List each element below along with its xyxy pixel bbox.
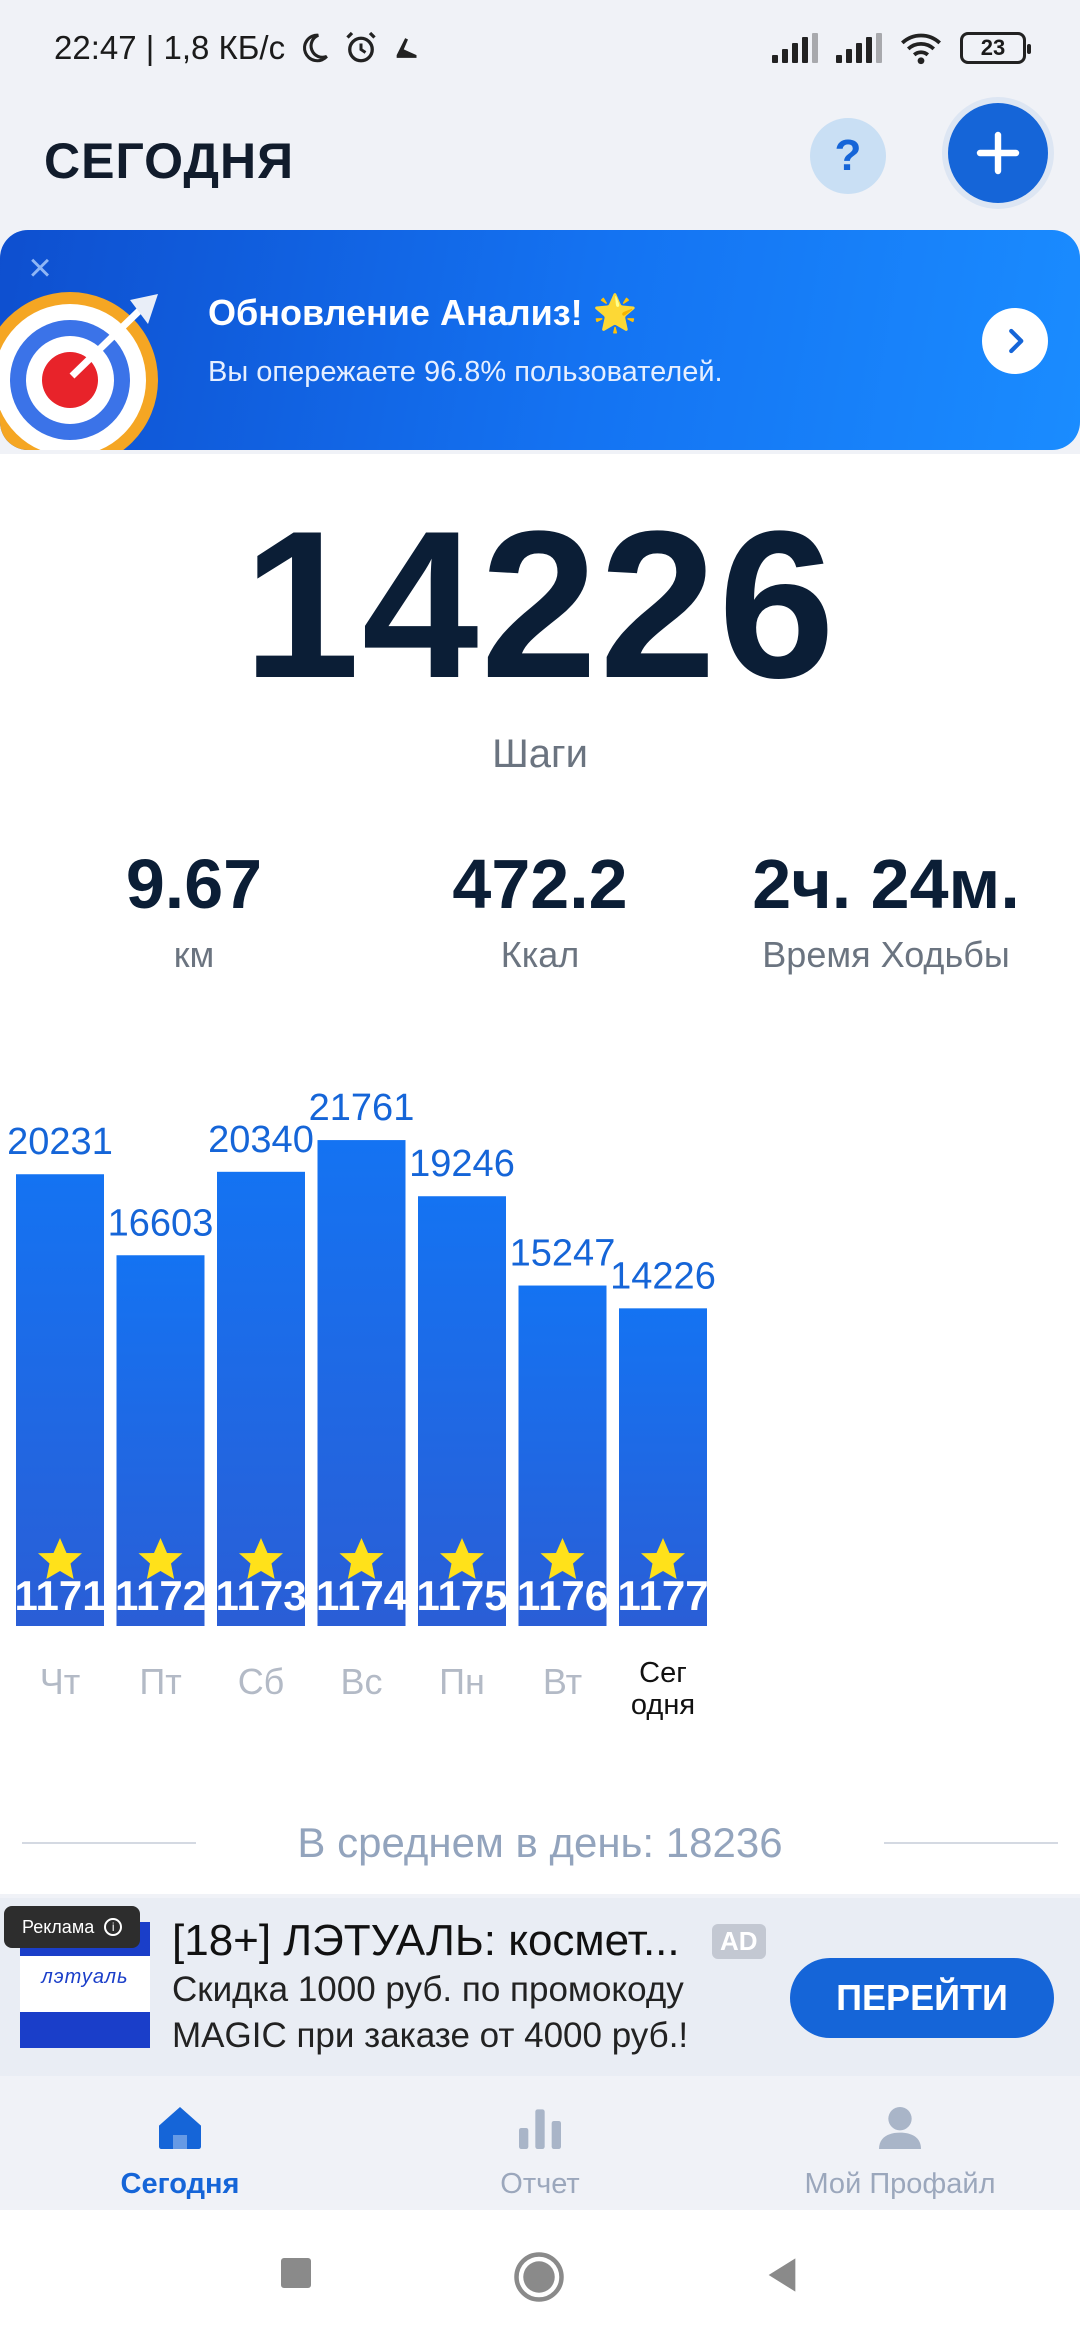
nav-profile[interactable]: Мой Профайл	[720, 2078, 1080, 2208]
ad-logo-text: лэтуаль	[41, 1966, 129, 1988]
ad-text-line1: Скидка 1000 руб. по промокоду	[172, 1970, 684, 2009]
ad-tag[interactable]: Реклама i	[4, 1906, 141, 1948]
nav-report-label: Отчет	[500, 2168, 580, 2200]
ad-title: [18+] ЛЭТУАЛЬ: космет...	[172, 1916, 680, 1965]
steps-count: 14226	[243, 487, 837, 722]
ad-badge: AD	[712, 1924, 766, 1959]
nav-report[interactable]: Отчет	[360, 2078, 720, 2208]
time-stat: 2ч. 24м. Время Ходьбы	[706, 844, 1066, 976]
ad-tag-label: Реклама	[22, 1916, 95, 1937]
bar-value-label: 21761	[309, 1087, 415, 1129]
home-icon	[159, 2107, 201, 2149]
bar-badge-number: 1174	[316, 1572, 408, 1619]
day-label-today: Сег	[639, 1657, 687, 1689]
nav-profile-label: Мой Профайл	[804, 2168, 996, 2200]
distance-stat: 9.67 км	[14, 844, 374, 976]
bar-chart-icon	[519, 2109, 561, 2149]
day-label-today: одня	[631, 1689, 695, 1721]
day-label: Пт	[139, 1661, 181, 1702]
help-button[interactable]: ?	[810, 118, 886, 194]
time-value: 2ч. 24м.	[752, 845, 1020, 923]
today-card: 14226 Шаги 9.67 км 472.2 Ккал 2ч. 24м. В…	[0, 454, 1080, 1894]
system-nav-bar	[0, 2210, 1080, 2340]
steps-label: Шаги	[492, 732, 588, 776]
info-icon: i	[104, 1918, 123, 1936]
moon-icon	[303, 33, 328, 63]
bar-badge-number: 1177	[617, 1572, 708, 1619]
bar-value-label: 16603	[108, 1202, 214, 1244]
calories-stat: 472.2 Ккал	[360, 844, 720, 976]
shoe-icon	[396, 38, 417, 58]
wifi-icon	[901, 33, 941, 65]
average-per-day: В среднем в день: 18236	[297, 1819, 783, 1866]
profile-icon	[879, 2107, 921, 2149]
steps-week-chart: 20231 1171 Чт 16603 1172 Пт 20340 1173 Сб 21761 11…	[7, 1087, 716, 1721]
bar-badge-number: 1173	[215, 1572, 306, 1619]
close-icon[interactable]: ×	[22, 248, 58, 288]
calories-label: Ккал	[500, 934, 580, 975]
ad-text-line2: MAGIC при заказе от 4000 руб.!	[172, 2016, 689, 2055]
status-time: 22:47 | 1,8 КБ/с	[54, 29, 286, 66]
bar-value-label: 20231	[7, 1121, 113, 1163]
day-label: Вс	[340, 1661, 382, 1702]
day-label: Пн	[439, 1661, 485, 1702]
bar-value-label: 15247	[510, 1233, 616, 1275]
distance-label: км	[173, 934, 215, 975]
bar-badge-number: 1175	[416, 1572, 507, 1619]
day-label: Сб	[238, 1661, 285, 1702]
bar-badge-number: 1171	[14, 1572, 105, 1619]
bar-value-label: 19246	[409, 1143, 515, 1185]
bottom-nav: Сегодня Отчет Мой Профайл	[0, 2078, 1080, 2208]
day-label: Чт	[40, 1661, 80, 1702]
bar-value-label: 14226	[610, 1255, 716, 1297]
add-button[interactable]	[948, 103, 1048, 203]
nav-today[interactable]: Сегодня	[0, 2078, 360, 2208]
alarm-icon	[346, 31, 376, 63]
calories-value: 472.2	[452, 845, 628, 923]
bar-badge-number: 1172	[115, 1572, 206, 1619]
recents-button-icon[interactable]	[278, 2255, 314, 2291]
analysis-banner[interactable]: × Обновление Анализ! 🌟 Вы опережаете 96.…	[0, 230, 1080, 450]
ad-cta-button[interactable]: ПЕРЕЙТИ	[790, 1958, 1054, 2038]
distance-value: 9.67	[125, 845, 263, 923]
chevron-right-icon	[1009, 328, 1024, 354]
bar-value-label: 20340	[208, 1119, 314, 1161]
nav-today-label: Сегодня	[120, 2168, 240, 2200]
banner-arrow-button[interactable]	[982, 308, 1048, 374]
signal-icon	[772, 33, 818, 63]
signal-icon-2	[836, 33, 882, 63]
battery-level: 23	[980, 35, 1006, 60]
time-label: Время Ходьбы	[762, 934, 1010, 975]
ad-banner[interactable]: лэтуаль Реклама i [18+] ЛЭТУАЛЬ: космет.…	[0, 1898, 1080, 2076]
bar-badge-number: 1176	[517, 1572, 608, 1619]
plus-icon	[976, 131, 1020, 175]
day-label: Вт	[543, 1661, 582, 1702]
battery-icon: 23	[960, 32, 1031, 64]
banner-subtitle: Вы опережаете 96.8% пользователей.	[208, 356, 723, 388]
status-bar: 22:47 | 1,8 КБ/с 23	[0, 0, 1080, 96]
back-button-icon[interactable]	[762, 2255, 802, 2295]
banner-title: Обновление Анализ! 🌟	[208, 292, 638, 333]
home-button-icon[interactable]	[512, 2250, 566, 2304]
target-icon	[0, 292, 158, 450]
app-header: СЕГОДНЯ ?	[0, 96, 1080, 226]
page-title: СЕГОДНЯ	[44, 133, 295, 189]
